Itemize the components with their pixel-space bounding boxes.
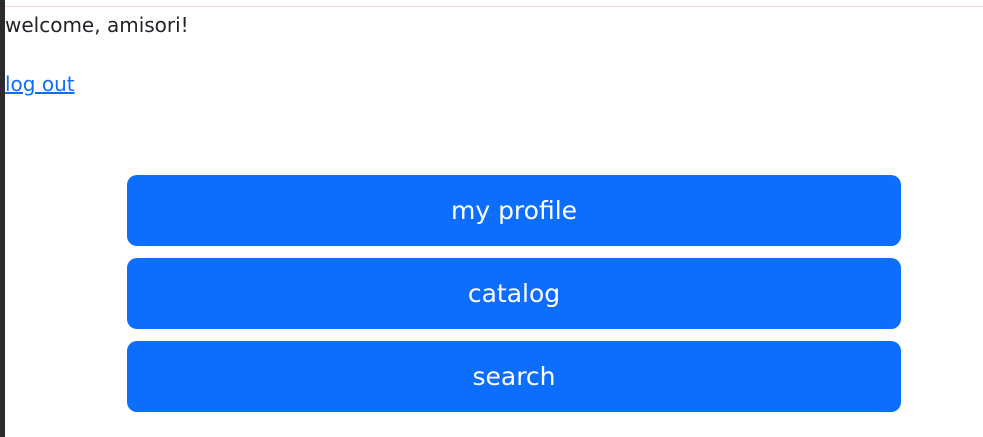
top-divider [5,6,983,7]
welcome-message: welcome, amisori! [5,13,189,37]
my-profile-button[interactable]: my profile [127,175,901,246]
logout-link[interactable]: log out [5,69,75,99]
search-button[interactable]: search [127,341,901,412]
catalog-button[interactable]: catalog [127,258,901,329]
window-left-edge [0,0,5,437]
